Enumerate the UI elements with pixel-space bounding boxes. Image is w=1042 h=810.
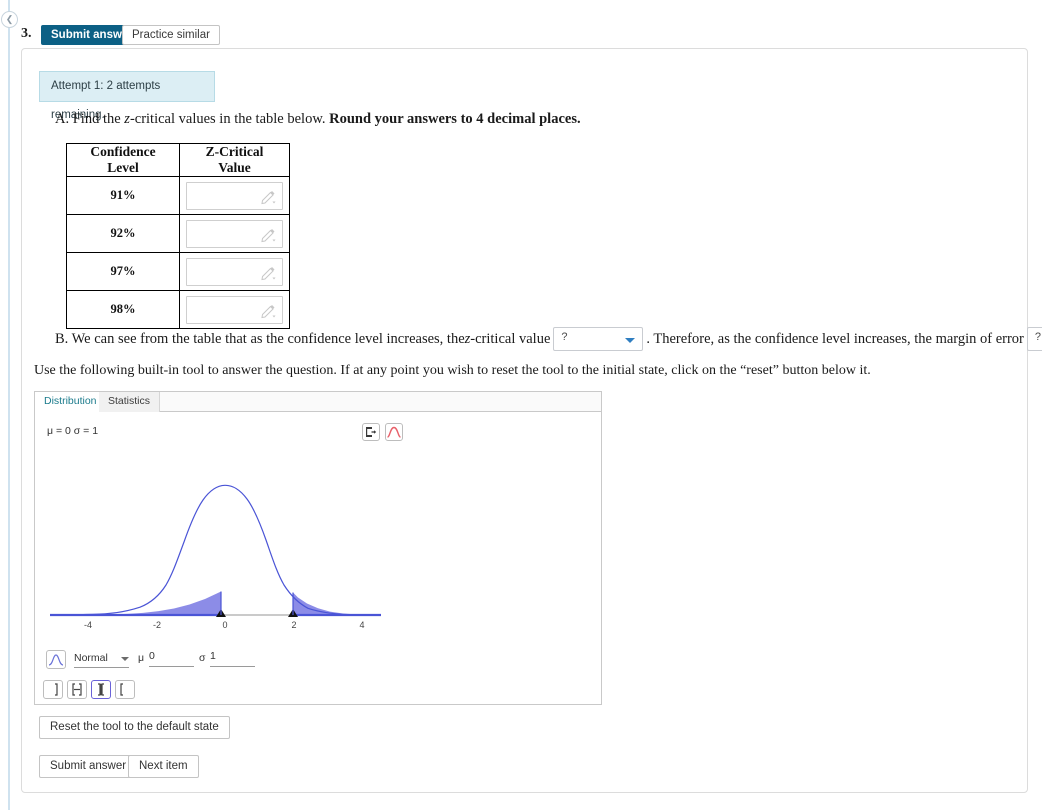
attempt-status-badge: Attempt 1: 2 attempts remaining.: [39, 71, 215, 121]
distribution-curve-icon[interactable]: [385, 423, 403, 441]
chevron-down-icon: [121, 657, 129, 661]
header-confidence-level: Confidence Level: [66, 143, 180, 177]
table-row: 97%: [66, 252, 290, 291]
table-header-row: Confidence Level Z-Critical Value: [66, 143, 290, 177]
margin-of-error-trend-dropdown[interactable]: ?: [1026, 327, 1042, 351]
two-tails-button[interactable]: [91, 680, 111, 699]
part-a-bold: Round your answers to 4 decimal places.: [329, 111, 581, 127]
z-value-cell: [179, 176, 290, 215]
tab-statistics[interactable]: Statistics: [99, 392, 161, 412]
sigma-input[interactable]: 1: [210, 650, 255, 667]
part-a-prompt: A. Find the z-critical values in the tab…: [55, 111, 581, 128]
x-tick-label: 2: [291, 620, 296, 630]
z-critical-table: Confidence Level Z-Critical Value 91% 92…: [66, 143, 290, 329]
table-row: 98%: [66, 290, 290, 329]
z-answer-input-97[interactable]: [186, 257, 283, 286]
part-b-prompt: B. We can see from the table that as the…: [55, 327, 1042, 355]
z-value-cell: [179, 252, 290, 291]
distribution-type-select[interactable]: Normal: [74, 652, 129, 668]
part-a-middle: -critical values in the table below.: [129, 111, 330, 127]
tool-tab-bar: Distribution Statistics: [35, 392, 601, 412]
z-critical-trend-value: ?: [561, 331, 568, 343]
pencil-icon: [261, 266, 276, 280]
right-tail-shaded-region: [293, 592, 382, 615]
x-tick-label: -4: [84, 620, 92, 630]
margin-of-error-trend-value: ?: [1034, 331, 1042, 343]
confidence-level-cell: 97%: [66, 252, 180, 291]
mu-input[interactable]: 0: [149, 650, 194, 667]
x-tick-label: 4: [359, 620, 364, 630]
left-tail-button[interactable]: [43, 680, 63, 699]
left-rail-divider: [8, 0, 10, 810]
pencil-icon: [261, 190, 276, 204]
z-critical-trend-dropdown[interactable]: ?: [553, 327, 644, 351]
question-number: 3.: [21, 26, 32, 41]
part-a-prefix: A. Find the: [55, 111, 125, 127]
distribution-params-label: μ = 0 σ = 1: [47, 425, 99, 437]
sigma-label: σ: [199, 652, 206, 664]
question-card: Attempt 1: 2 attempts remaining. A. Find…: [21, 48, 1042, 793]
header-z-critical-value: Z-Critical Value: [179, 143, 290, 177]
cumulative-curve-icon[interactable]: [46, 650, 66, 669]
pencil-icon: [261, 304, 276, 318]
z-value-cell: [179, 214, 290, 253]
z-answer-input-92[interactable]: [186, 219, 283, 248]
z-value-cell: [179, 290, 290, 329]
normal-distribution-chart[interactable]: -4 -2 0 2 4: [35, 442, 601, 632]
page-root: ❮ 3. Submit answer Practice similar Atte…: [0, 0, 1042, 810]
tool-instruction-text: Use the following built-in tool to answe…: [34, 363, 871, 378]
confidence-level-cell: 91%: [66, 176, 180, 215]
table-row: 92%: [66, 214, 290, 253]
x-tick-label: 0: [222, 620, 227, 630]
reset-tool-button[interactable]: Reset the tool to the default state: [39, 716, 230, 739]
distribution-tool-panel: Distribution Statistics μ = 0 σ = 1 -4 -…: [34, 391, 602, 705]
confidence-level-cell: 98%: [66, 290, 180, 329]
collapse-sidebar-button[interactable]: ❮: [1, 11, 18, 28]
part-b-text-3: . Therefore, as the confidence level inc…: [646, 330, 1024, 347]
part-b-text-1: B. We can see from the table that as the…: [55, 330, 465, 347]
tab-distribution[interactable]: Distribution: [35, 392, 107, 412]
part-b-text-2: -critical value: [470, 330, 551, 347]
right-tail-button[interactable]: [115, 680, 135, 699]
practice-similar-button[interactable]: Practice similar: [122, 25, 220, 45]
between-tails-button[interactable]: [67, 680, 87, 699]
export-icon[interactable]: [362, 423, 380, 441]
distribution-type-value: Normal: [74, 652, 108, 664]
confidence-level-cell: 92%: [66, 214, 180, 253]
table-row: 91%: [66, 176, 290, 215]
pencil-icon: [261, 228, 276, 242]
z-answer-input-98[interactable]: [186, 295, 283, 324]
next-item-button[interactable]: Next item: [128, 755, 199, 778]
x-tick-label: -2: [153, 620, 161, 630]
submit-answer-button[interactable]: Submit answer: [39, 755, 138, 778]
left-tail-shaded-region: [50, 591, 221, 615]
mu-label: μ: [138, 652, 145, 664]
z-answer-input-91[interactable]: [186, 181, 283, 210]
chevron-down-icon: [625, 338, 636, 343]
